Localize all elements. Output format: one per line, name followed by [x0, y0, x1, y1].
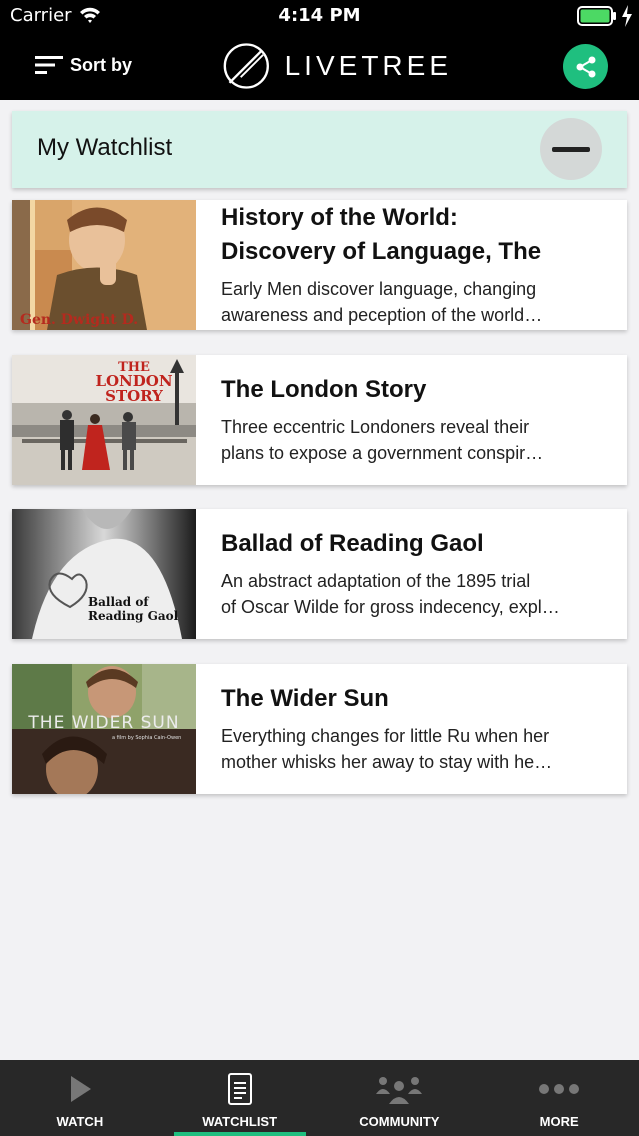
thumbnail-london-story: THE LONDON STORY [12, 355, 196, 485]
watchlist-item[interactable]: THE WIDER SUN a film by Sophia Cain-Owen… [12, 664, 627, 794]
item-title-line: Discovery of Language, The [221, 238, 542, 265]
item-desc-line: Everything changes for little Ru when he… [221, 726, 550, 746]
app-header: Sort by LIVETREE [0, 32, 639, 100]
tab-watch[interactable]: WATCH [0, 1060, 160, 1136]
play-icon [70, 1076, 91, 1102]
people-icon [376, 1077, 423, 1104]
watchlist-title: My Watchlist [37, 134, 173, 161]
thumbnail-ballad-of-reading-gaol: Ballad of Reading Gaol [12, 509, 196, 639]
share-button[interactable] [563, 44, 608, 89]
sort-button[interactable]: Sort by [34, 50, 132, 80]
collapse-button[interactable] [540, 118, 602, 180]
thumbnail-the-wider-sun: THE WIDER SUN a film by Sophia Cain-Owen [12, 664, 196, 794]
tab-label: WATCHLIST [202, 1114, 278, 1129]
watchlist-item[interactable]: Gen. Dwight D. History of the World: Dis… [12, 200, 627, 330]
thumbnail-history-of-the-world: Gen. Dwight D. [12, 200, 196, 330]
item-title-line: The Wider Sun [221, 685, 389, 712]
tab-more[interactable]: MORE [479, 1060, 639, 1136]
thumb-text: THE WIDER SUN [27, 713, 179, 733]
item-description: Three eccentric Londoners reveal their p… [221, 414, 611, 466]
item-title: The Wider Sun [221, 682, 611, 716]
item-desc-line: Three eccentric Londoners reveal their [221, 417, 530, 437]
logo-icon [223, 43, 269, 89]
item-desc-line: plans to expose a government conspir… [221, 443, 544, 463]
charging-icon [622, 5, 632, 27]
item-description: Early Men discover language, changing aw… [221, 276, 611, 328]
tab-watchlist[interactable]: WATCHLIST [160, 1060, 320, 1136]
tab-bar: WATCH WATCHLIST COMMUNITY MORE [0, 1060, 639, 1136]
item-desc-line: An abstract adaptation of the 1895 trial [221, 571, 531, 591]
item-title: History of the World: Discovery of Langu… [221, 201, 611, 269]
item-description: Everything changes for little Ru when he… [221, 723, 611, 775]
item-desc-line: of Oscar Wilde for gross indecency, expl… [221, 597, 560, 617]
tab-label: WATCH [56, 1114, 104, 1129]
logo-text: LIVETREE [284, 50, 452, 81]
document-icon [227, 1073, 252, 1105]
watchlist-item[interactable]: Ballad of Reading Gaol Ballad of Reading… [12, 509, 627, 639]
tab-label: COMMUNITY [359, 1114, 440, 1129]
item-title: The London Story [221, 373, 611, 407]
item-description: An abstract adaptation of the 1895 trial… [221, 568, 611, 620]
minus-icon [552, 146, 590, 152]
item-title-line: Ballad of Reading Gaol [221, 530, 484, 557]
item-title-line: History of the World: [221, 204, 458, 231]
item-desc-line: mother whisks her away to stay with he… [221, 752, 553, 772]
active-tab-indicator [173, 1132, 306, 1136]
tab-label: MORE [539, 1114, 579, 1129]
watchlist-header: My Watchlist [12, 111, 627, 188]
item-desc-line: Early Men discover language, changing [221, 279, 537, 299]
thumb-text: STORY [105, 387, 163, 405]
ellipsis-icon [539, 1084, 580, 1094]
watchlist-item[interactable]: THE LONDON STORY The London Story Three … [12, 355, 627, 485]
item-title-line: The London Story [221, 376, 427, 403]
sort-label: Sort by [70, 54, 133, 75]
thumb-text: Reading Gaol [88, 609, 179, 623]
item-title: Ballad of Reading Gaol [221, 527, 611, 561]
thumb-text: a film by Sophia Cain-Owen [112, 735, 181, 741]
thumb-text: Ballad of [88, 595, 149, 609]
item-desc-line: awareness and peception of the world… [221, 305, 543, 325]
sort-icon [35, 56, 63, 74]
livetree-logo: LIVETREE [222, 40, 452, 92]
battery-icon [577, 6, 616, 26]
clock: 4:14 PM [278, 5, 361, 26]
tab-community[interactable]: COMMUNITY [320, 1060, 480, 1136]
share-icon [576, 56, 595, 77]
thumb-text: Gen. Dwight D. [20, 312, 138, 328]
status-bar: Carrier 4:14 PM [0, 0, 639, 32]
